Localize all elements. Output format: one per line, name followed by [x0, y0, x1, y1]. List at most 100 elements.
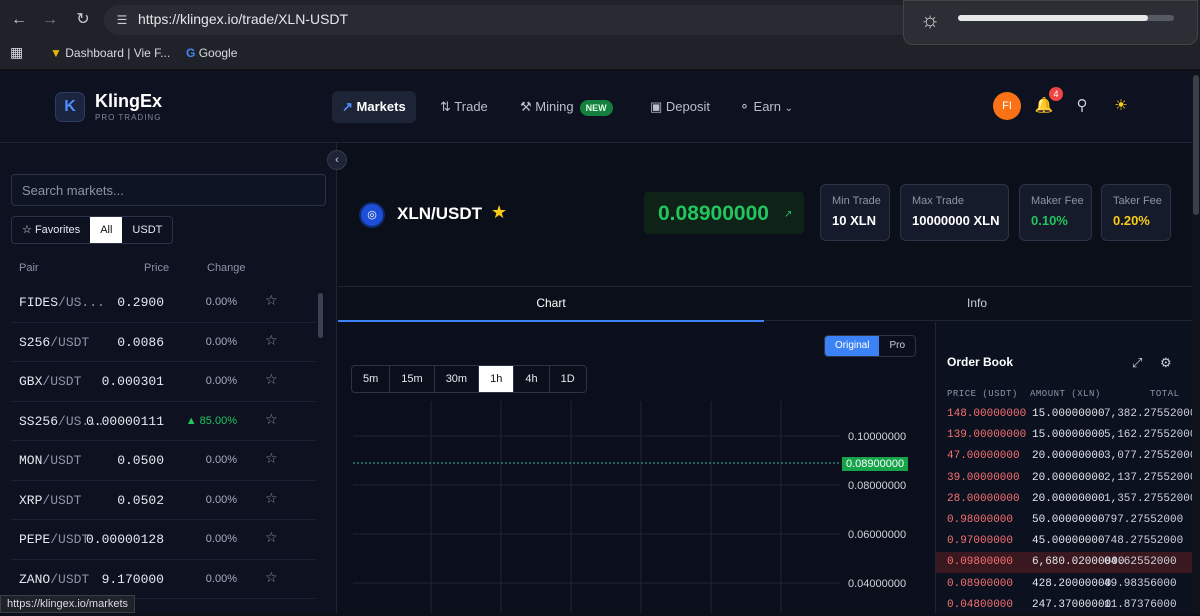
bookmark-favicon-icon: ▼ [50, 46, 62, 60]
market-change: 0.00% [205, 375, 237, 387]
theme-sun-icon[interactable]: ☀ [1110, 95, 1132, 117]
order-book-row[interactable]: 0.97000000 45.00000000 748.27552000 [936, 531, 1200, 552]
ob-total: 2,137.27552000 [1104, 471, 1197, 484]
bookmark-google[interactable]: G Google [186, 46, 237, 60]
market-row[interactable]: XRP/USDT 0.0502 0.00% ☆ [11, 481, 316, 520]
price-chart[interactable]: Original Pro 5m 15m 30m 1h 4h 1D 0.10000000 0… [338, 322, 934, 613]
nav-mining[interactable]: ⚒ Mining NEW [510, 91, 623, 123]
nav-earn[interactable]: ⚬ Earn ⌄ [729, 91, 803, 123]
favorite-star-outline-icon[interactable]: ☆ [265, 372, 278, 388]
klingex-logo[interactable]: K [55, 92, 85, 122]
collapse-sidebar-button[interactable]: ‹ [327, 150, 347, 170]
nav-deposit[interactable]: ▣ Deposit [640, 91, 720, 123]
brand-name[interactable]: KlingEx [95, 91, 162, 112]
axis-tick: 0.06000000 [848, 529, 907, 541]
search-markets-input[interactable]: Search markets... [11, 174, 326, 206]
stat-max-trade: Max Trade 10000000 XLN [900, 184, 1009, 241]
interval-15m[interactable]: 15m [390, 366, 435, 392]
order-book-row[interactable]: 39.00000000 20.00000000 2,137.27552000 [936, 468, 1200, 489]
market-row[interactable]: S256/USDT 0.0086 0.00% ☆ [11, 323, 316, 362]
favorite-star-outline-icon[interactable]: ☆ [265, 333, 278, 349]
gear-icon[interactable]: ⚙ [1160, 355, 1172, 371]
ob-total: 04.62552000 [1104, 556, 1177, 569]
tab-chart[interactable]: Chart [338, 287, 764, 322]
favorite-star-outline-icon[interactable]: ☆ [265, 451, 278, 467]
market-row[interactable]: ZANO/USDT 9.170000 0.00% ☆ [11, 560, 316, 599]
market-list: FIDES/US... 0.2900 0.00% ☆ S256/USDT 0.0086 0.… [11, 283, 316, 599]
forward-icon[interactable]: → [39, 9, 61, 31]
pickaxe-icon: ⚒ [520, 99, 532, 114]
order-book-row[interactable]: 0.08900000 428.20000000 49.98356000 [936, 574, 1200, 595]
nav-markets[interactable]: ↗ Markets [332, 91, 416, 123]
favorite-star-outline-icon[interactable]: ☆ [265, 570, 278, 586]
market-price: 0.00000111 [85, 413, 164, 429]
market-pair: PEPE/USDT [19, 532, 89, 547]
favorite-star-outline-icon[interactable]: ☆ [265, 412, 278, 428]
user-avatar[interactable]: FI [993, 92, 1021, 120]
filter-favorites[interactable]: ☆ Favorites [12, 217, 90, 243]
tab-info[interactable]: Info [764, 287, 1190, 322]
ob-total: 3,077.27552000 [1104, 450, 1197, 463]
order-book-row[interactable]: 28.00000000 20.00000000 1,357.27552000 [936, 489, 1200, 510]
ob-price: 28.00000000 [947, 492, 1020, 505]
pair-base: PEPE [19, 532, 51, 547]
market-pair: FIDES/US... [19, 295, 105, 310]
ob-amount: 20.00000000 [1032, 471, 1105, 484]
market-row[interactable]: PEPE/USDT 0.00000128 0.00% ☆ [11, 520, 316, 560]
brightness-slider[interactable] [958, 15, 1174, 21]
market-row[interactable]: SS256/US... 0.00000111 ▲ 85.00% ☆ [11, 402, 316, 441]
market-pair: S256/USDT [19, 335, 89, 350]
market-change: 0.00% [205, 493, 237, 506]
xln-coin-icon: ◎ [359, 202, 385, 228]
page-scrollbar[interactable] [1192, 71, 1200, 613]
favorite-star-outline-icon[interactable]: ☆ [265, 293, 278, 309]
ob-price: 39.00000000 [947, 471, 1020, 484]
axis-tick: 0.10000000 [848, 431, 907, 443]
mode-original[interactable]: Original [825, 336, 880, 356]
search-icon[interactable]: ⚲ [1071, 95, 1093, 117]
pair-quote: /USDT [42, 453, 82, 468]
ob-price: 47.00000000 [947, 450, 1020, 463]
market-row[interactable]: GBX/USDT 0.000301 0.00% ☆ [11, 362, 316, 402]
column-pair[interactable]: Pair [19, 262, 39, 274]
market-pair: GBX/USDT [19, 374, 81, 389]
favorite-star-icon[interactable]: ★ [491, 202, 507, 223]
order-book-row[interactable]: 0.09800000 6,680.02000000 04.62552000 [936, 552, 1200, 574]
sidebar-scrollbar[interactable] [318, 293, 323, 338]
favorite-star-outline-icon[interactable]: ☆ [265, 491, 278, 507]
interval-4h[interactable]: 4h [514, 366, 550, 392]
order-book-row[interactable]: 139.00000000 15.00000000 5,162.27552000 [936, 425, 1200, 446]
order-book-row[interactable]: 148.00000000 15.00000000 7,382.27552000 [936, 404, 1200, 425]
market-row[interactable]: MON/USDT 0.0500 0.00% ☆ [11, 441, 316, 481]
nav-trade[interactable]: ⇅ Trade [430, 91, 498, 123]
order-book: Order Book ⤢ ⚙ PRICE (USDT) AMOUNT (XLN)… [935, 322, 1200, 613]
back-icon[interactable]: ← [8, 9, 30, 31]
market-pair: XRP/USDT [19, 493, 81, 508]
favorite-star-outline-icon[interactable]: ☆ [265, 530, 278, 546]
pair-quote: /US... [58, 295, 105, 310]
order-book-row[interactable]: 47.00000000 20.00000000 3,077.27552000 [936, 446, 1200, 467]
column-price[interactable]: Price [144, 262, 169, 274]
trend-up-icon: ↗ [342, 99, 353, 114]
filter-all[interactable]: All [90, 217, 123, 243]
site-settings-icon[interactable]: ☰ [114, 12, 130, 28]
order-book-row[interactable]: 0.98000000 50.00000000 797.27552000 [936, 510, 1200, 531]
interval-5m[interactable]: 5m [352, 366, 391, 392]
status-bar-url: https://klingex.io/markets [0, 595, 136, 613]
reload-icon[interactable]: ↻ [72, 9, 94, 31]
stat-value: 10 XLN [832, 213, 877, 228]
interval-30m[interactable]: 30m [435, 366, 480, 392]
interval-1d[interactable]: 1D [550, 366, 586, 392]
bookmark-dashboard[interactable]: ▼ Dashboard | Vie F... [50, 46, 170, 60]
stat-value: 0.20% [1113, 213, 1150, 228]
interval-1h[interactable]: 1h [479, 366, 515, 392]
apps-grid-icon[interactable]: ▦ [10, 44, 23, 61]
column-change[interactable]: Change [207, 262, 246, 274]
page-scrollbar-thumb[interactable] [1193, 75, 1199, 215]
market-row[interactable]: FIDES/US... 0.2900 0.00% ☆ [11, 283, 316, 323]
filter-usdt[interactable]: USDT [122, 217, 172, 243]
mode-pro[interactable]: Pro [879, 336, 915, 356]
ob-total: 1,357.27552000 [1104, 492, 1197, 505]
expand-icon[interactable]: ⤢ [1132, 355, 1142, 371]
pair-base: S256 [19, 334, 51, 350]
